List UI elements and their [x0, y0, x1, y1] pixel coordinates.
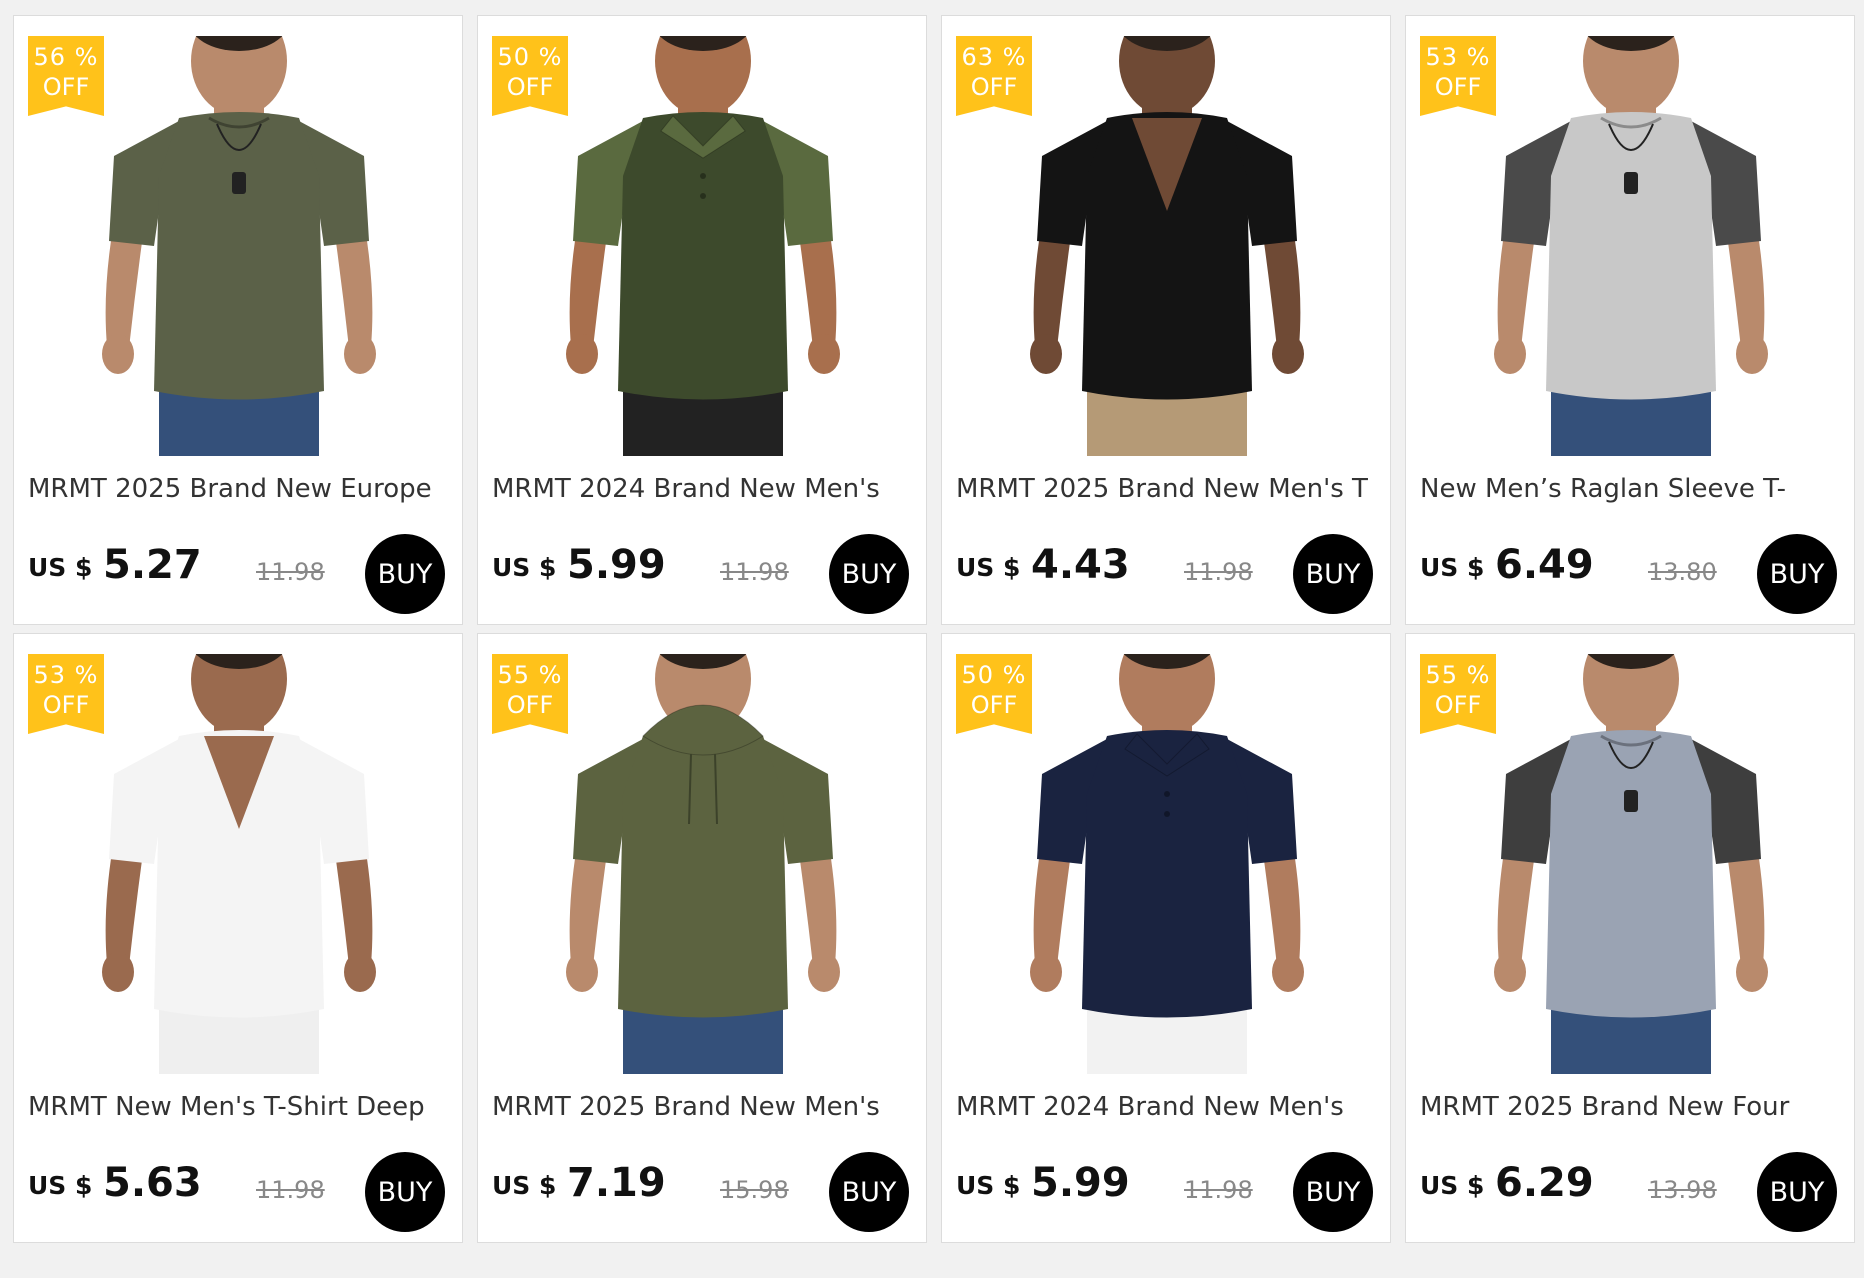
discount-badge: 53 % OFF	[1420, 36, 1496, 116]
currency-label: US $	[492, 553, 557, 582]
product-card[interactable]: 55 % OFF MRMT 2025 Brand New Four US $ 6.29 1…	[1405, 633, 1855, 1243]
currency-label: US $	[1420, 1171, 1485, 1200]
discount-badge: 53 % OFF	[28, 654, 104, 734]
original-price: 11.98	[1184, 558, 1253, 586]
discount-percent: 55 %	[1425, 661, 1491, 689]
discount-percent: 53 %	[33, 661, 99, 689]
discount-badge: 50 % OFF	[492, 36, 568, 116]
discount-badge: 55 % OFF	[492, 654, 568, 734]
buy-button[interactable]: BUY	[829, 1152, 909, 1232]
product-title[interactable]: MRMT 2025 Brand New Men's	[492, 1092, 912, 1122]
product-grid: 56 % OFF MRMT 2025 Brand New Europe US $5.2…	[13, 15, 1855, 1243]
product-title[interactable]: MRMT 2025 Brand New Men's T	[956, 474, 1376, 504]
product-title[interactable]: MRMT 2025 Brand New Europe	[28, 474, 448, 504]
sale-price: 5.63	[103, 1160, 202, 1206]
currency-label: US $	[28, 1171, 93, 1200]
discount-off-label: OFF	[970, 691, 1018, 719]
product-card[interactable]: 55 % OFF MRMT 2025 Brand New Men's US $ 7.19…	[477, 633, 927, 1243]
discount-off-label: OFF	[970, 73, 1018, 101]
discount-badge: 50 % OFF	[956, 654, 1032, 734]
buy-button[interactable]: BUY	[1757, 534, 1837, 614]
buy-button[interactable]: BUY	[1293, 1152, 1373, 1232]
product-title[interactable]: MRMT 2024 Brand New Men's	[492, 474, 912, 504]
original-price: 11.98	[256, 1176, 325, 1204]
original-price: 13.80	[1648, 558, 1717, 586]
currency-label: US $	[956, 553, 1021, 582]
discount-percent: 53 %	[1425, 43, 1491, 71]
product-card[interactable]: 50 % OFF MRMT 2024 Brand New Men's US $ 5.99…	[941, 633, 1391, 1243]
discount-off-label: OFF	[42, 73, 90, 101]
sale-price: 6.29	[1495, 1160, 1594, 1206]
product-card[interactable]: 53 % OFF New Men’s Raglan Sleeve T- US $ 6.4…	[1405, 15, 1855, 625]
product-title[interactable]: MRMT 2024 Brand New Men's	[956, 1092, 1376, 1122]
sale-price: 6.49	[1495, 542, 1594, 588]
currency-label: US $	[1420, 553, 1485, 582]
sale-price: 4.43	[1031, 542, 1130, 588]
currency-label: US $	[28, 553, 93, 582]
discount-off-label: OFF	[506, 73, 554, 101]
original-price: 13.98	[1648, 1176, 1717, 1204]
original-price: 11.98	[256, 558, 325, 586]
discount-badge: 63 % OFF	[956, 36, 1032, 116]
sale-price: 5.27	[103, 542, 202, 588]
discount-percent: 63 %	[961, 43, 1027, 71]
product-card[interactable]: 50 % OFF MRMT 2024 Brand New Men's US $ 5.99…	[477, 15, 927, 625]
currency-label: US $	[492, 1171, 557, 1200]
original-price: 11.98	[720, 558, 789, 586]
discount-off-label: OFF	[1434, 73, 1482, 101]
discount-percent: 55 %	[497, 661, 563, 689]
product-card[interactable]: 63 % OFF MRMT 2025 Brand New Men's T US $ 4.…	[941, 15, 1391, 625]
product-card[interactable]: 53 % OFF MRMT New Men's T-Shirt Deep US $ 5.…	[13, 633, 463, 1243]
buy-button[interactable]: BUY	[365, 1152, 445, 1232]
product-title[interactable]: New Men’s Raglan Sleeve T-	[1420, 474, 1840, 504]
original-price: 11.98	[1184, 1176, 1253, 1204]
buy-button[interactable]: BUY	[365, 534, 445, 614]
product-title[interactable]: MRMT 2025 Brand New Four	[1420, 1092, 1840, 1122]
discount-percent: 50 %	[961, 661, 1027, 689]
discount-off-label: OFF	[42, 691, 90, 719]
discount-badge: 56 % OFF	[28, 36, 104, 116]
discount-percent: 56 %	[33, 43, 99, 71]
discount-off-label: OFF	[506, 691, 554, 719]
product-card[interactable]: 56 % OFF MRMT 2025 Brand New Europe US $ 5.2…	[13, 15, 463, 625]
buy-button[interactable]: BUY	[1293, 534, 1373, 614]
currency-label: US $	[956, 1171, 1021, 1200]
discount-percent: 50 %	[497, 43, 563, 71]
sale-price: 5.99	[567, 542, 666, 588]
discount-badge: 55 % OFF	[1420, 654, 1496, 734]
buy-button[interactable]: BUY	[1757, 1152, 1837, 1232]
buy-button[interactable]: BUY	[829, 534, 909, 614]
sale-price: 5.99	[1031, 1160, 1130, 1206]
sale-price: 7.19	[567, 1160, 666, 1206]
original-price: 15.98	[720, 1176, 789, 1204]
discount-off-label: OFF	[1434, 691, 1482, 719]
product-title[interactable]: MRMT New Men's T-Shirt Deep	[28, 1092, 448, 1122]
